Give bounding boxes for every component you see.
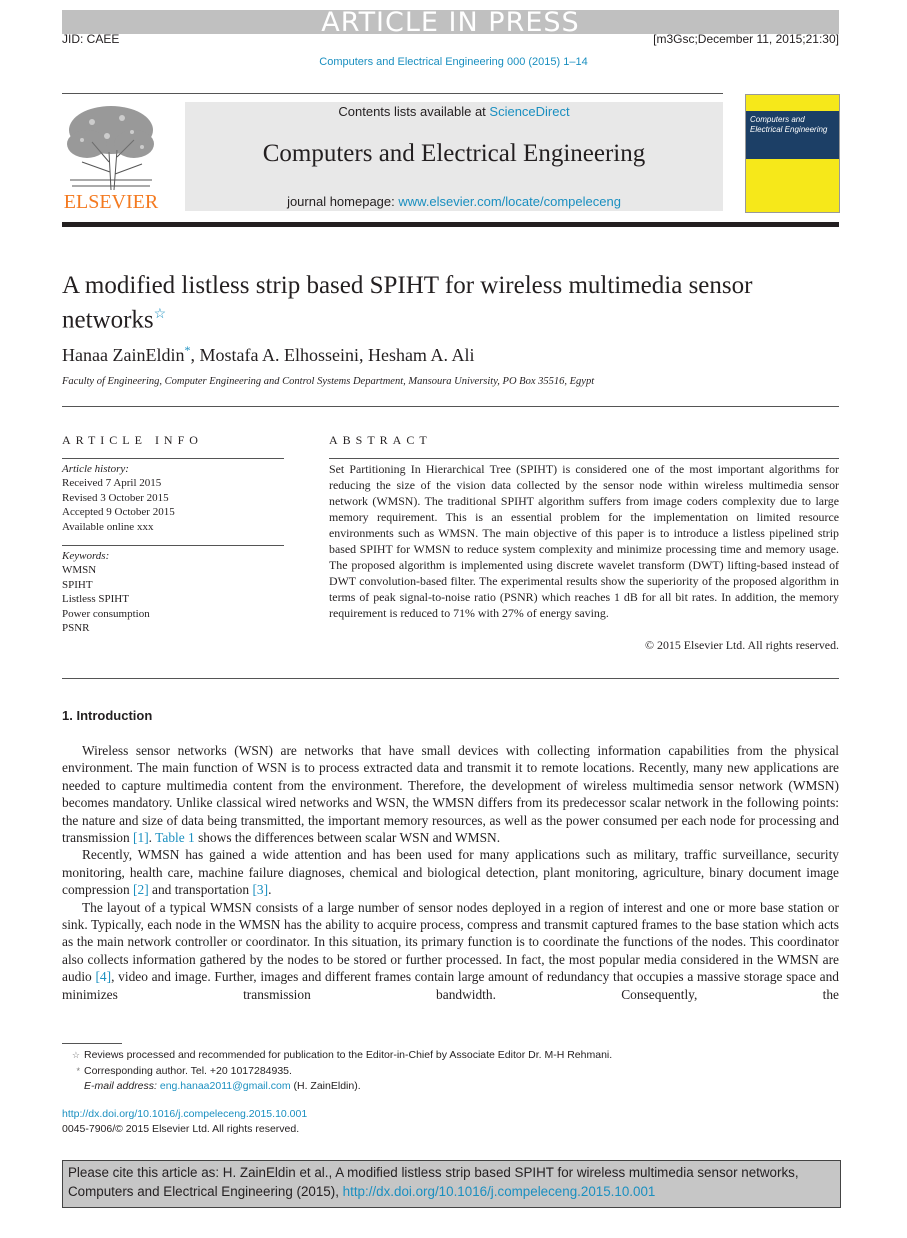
email-link[interactable]: eng.hanaa2011@gmail.com (160, 1080, 291, 1092)
footnote-corresponding: * Corresponding author. Tel. +20 10172849… (62, 1064, 612, 1080)
footnote-text: Corresponding author. Tel. +20 101728493… (84, 1064, 292, 1077)
keywords-rule (62, 545, 284, 546)
keyword: SPIHT (62, 578, 93, 591)
email-owner: (H. ZainEldin). (293, 1080, 361, 1092)
author-list: Hanaa ZainEldin*, Mostafa A. Elhosseini,… (62, 343, 474, 366)
doi-block: http://dx.doi.org/10.1016/j.compeleceng.… (62, 1107, 307, 1137)
footnote-email: E-mail address: eng.hanaa2011@gmail.com … (62, 1079, 612, 1095)
author-name[interactable]: Hanaa ZainEldin (62, 345, 184, 365)
title-footnote-star[interactable]: ☆ (154, 307, 167, 322)
homepage-line: journal homepage: www.elsevier.com/locat… (185, 194, 723, 209)
journal-homepage-link[interactable]: www.elsevier.com/locate/compeleceng (398, 194, 621, 209)
history-item: Available online xxx (62, 520, 154, 533)
introduction-body: Wireless sensor networks (WSN) are netwo… (62, 742, 839, 1003)
contents-prefix: Contents lists available at (338, 104, 490, 119)
affiliation: Faculty of Engineering, Computer Enginee… (62, 376, 595, 387)
abstract-heading: ABSTRACT (329, 433, 432, 447)
elsevier-logo: ELSEVIER (62, 102, 160, 214)
journal-reference[interactable]: Computers and Electrical Engineering 000… (0, 56, 907, 68)
footnote-asterisk-mark: * (76, 1065, 80, 1076)
reference-link[interactable]: [1] (133, 830, 149, 845)
abstract-copyright: © 2015 Elsevier Ltd. All rights reserved… (645, 638, 839, 652)
paragraph-text: , video and image. Further, images and d… (62, 969, 839, 1002)
author-name[interactable]: Hesham A. Ali (368, 345, 475, 365)
footnote-rule (62, 1043, 122, 1044)
journal-id: JID: CAEE (62, 32, 120, 46)
abstract-divider (62, 678, 839, 679)
doi-link[interactable]: http://dx.doi.org/10.1016/j.compeleceng.… (62, 1108, 307, 1120)
keywords: Keywords: WMSN SPIHT Listless SPIHT Powe… (62, 549, 150, 635)
citation-doi-link[interactable]: http://dx.doi.org/10.1016/j.compeleceng.… (343, 1184, 656, 1199)
reference-link[interactable]: [2] (133, 882, 149, 897)
article-in-press-banner: ARTICLE IN PRESS (62, 10, 839, 34)
article-info-rule (62, 458, 284, 459)
paragraph: Recently, WMSN has gained a wide attenti… (62, 846, 839, 898)
keyword: WMSN (62, 564, 97, 577)
author-name[interactable]: Mostafa A. Elhosseini (199, 345, 359, 365)
reference-link[interactable]: [3] (252, 882, 268, 897)
footnote-star-mark: ☆ (71, 1050, 80, 1060)
keywords-label: Keywords: (62, 550, 110, 562)
footnotes: ☆ Reviews processed and recommended for p… (62, 1048, 612, 1095)
keyword: Power consumption (62, 607, 150, 620)
author-separator: , (358, 345, 368, 365)
contents-line: Contents lists available at ScienceDirec… (185, 104, 723, 119)
history-item: Received 7 April 2015 (62, 477, 162, 490)
footnote-text: Reviews processed and recommended for pu… (84, 1049, 613, 1061)
reference-link[interactable]: [4] (95, 969, 111, 984)
footnote-star: ☆ Reviews processed and recommended for p… (62, 1048, 612, 1064)
article-title: A modified listless strip based SPIHT fo… (62, 271, 762, 334)
journal-cover-thumbnail: Computers and Electrical Engineering (745, 94, 840, 213)
processing-stamp: [m3Gsc;December 11, 2015;21:30] (653, 32, 839, 46)
history-item: Accepted 9 October 2015 (62, 506, 175, 519)
paragraph-text: and transportation (148, 882, 253, 898)
tree-icon (67, 106, 154, 191)
cover-title-line1: Computers and (750, 115, 805, 124)
masthead-bottom-rule (62, 222, 839, 227)
paragraph-text: . (268, 882, 272, 898)
article-info-heading: ARTICLE INFO (62, 433, 203, 447)
homepage-prefix: journal homepage: (287, 194, 399, 209)
abstract-rule (329, 458, 839, 459)
masthead-top-rule (62, 93, 723, 94)
table-link[interactable]: Table 1 (155, 830, 195, 845)
issn-copyright: 0045-7906/© 2015 Elsevier Ltd. All right… (62, 1123, 300, 1135)
paragraph: Wireless sensor networks (WSN) are netwo… (62, 742, 839, 846)
publisher-name: ELSEVIER (63, 191, 159, 213)
article-title-text: A modified listless strip based SPIHT fo… (62, 272, 753, 334)
journal-masthead: Contents lists available at ScienceDirec… (185, 102, 723, 211)
keyword: PSNR (62, 622, 90, 635)
cover-title-line2: Electrical Engineering (750, 125, 828, 134)
article-history: Article history: Received 7 April 2015 R… (62, 462, 175, 534)
email-label: E-mail address: (84, 1080, 157, 1092)
journal-title: Computers and Electrical Engineering (262, 140, 646, 167)
keyword: Listless SPIHT (62, 593, 129, 606)
history-item: Revised 3 October 2015 (62, 491, 169, 504)
paragraph-text: shows the differences between scalar WSN… (194, 830, 501, 846)
paragraph: The layout of a typical WMSN consists of… (62, 899, 839, 1003)
title-divider (62, 406, 839, 407)
section-heading-introduction: 1. Introduction (62, 708, 153, 723)
sciencedirect-link[interactable]: ScienceDirect (489, 104, 569, 119)
citation-box: Please cite this article as: H. ZainEldi… (62, 1160, 841, 1208)
history-label: Article history: (62, 463, 129, 475)
cover-title: Computers and Electrical Engineering (750, 115, 827, 135)
abstract-text: Set Partitioning In Hierarchical Tree (S… (329, 462, 839, 620)
